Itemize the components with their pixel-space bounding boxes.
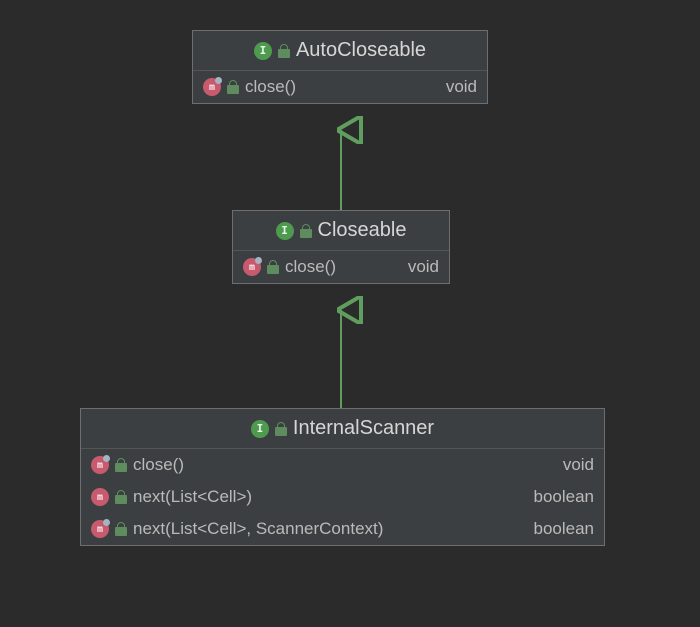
member-name: close(): [133, 455, 184, 475]
lock-icon: [275, 422, 287, 436]
member-list: m close() void: [193, 71, 487, 103]
interface-icon: I: [276, 222, 294, 240]
lock-icon: [115, 490, 127, 504]
method-icon: m: [91, 488, 109, 506]
class-node-internalscanner[interactable]: I InternalScanner m close() void m next(List<C…: [80, 408, 605, 546]
method-icon: m: [243, 258, 261, 276]
class-node-header: I Closeable: [233, 211, 449, 251]
lock-icon: [278, 44, 290, 58]
member-row[interactable]: m next(List<Cell>, ScannerContext) boolean: [81, 513, 604, 545]
member-row[interactable]: m close() void: [193, 71, 487, 103]
member-return-type: boolean: [533, 487, 594, 507]
member-list: m close() void: [233, 251, 449, 283]
class-node-autocloseable[interactable]: I AutoCloseable m close() void: [192, 30, 488, 104]
member-name: next(List<Cell>): [133, 487, 252, 507]
class-node-header: I AutoCloseable: [193, 31, 487, 71]
member-return-type: void: [563, 455, 594, 475]
member-name: close(): [285, 257, 336, 277]
lock-icon: [115, 458, 127, 472]
member-row[interactable]: m close() void: [233, 251, 449, 283]
method-icon: m: [91, 456, 109, 474]
member-name: next(List<Cell>, ScannerContext): [133, 519, 383, 539]
method-icon: m: [91, 520, 109, 538]
interface-icon: I: [254, 42, 272, 60]
class-node-closeable[interactable]: I Closeable m close() void: [232, 210, 450, 284]
member-row[interactable]: m close() void: [81, 449, 604, 481]
lock-icon: [267, 260, 279, 274]
member-name: close(): [245, 77, 296, 97]
class-name: AutoCloseable: [296, 39, 426, 62]
method-icon: m: [203, 78, 221, 96]
member-return-type: void: [446, 77, 477, 97]
lock-icon: [115, 522, 127, 536]
lock-icon: [300, 224, 312, 238]
member-return-type: boolean: [533, 519, 594, 539]
class-name: InternalScanner: [293, 417, 434, 440]
member-return-type: void: [408, 257, 439, 277]
interface-icon: I: [251, 420, 269, 438]
member-list: m close() void m next(List<Cell>) boolean m nex…: [81, 449, 604, 545]
class-name: Closeable: [318, 219, 407, 242]
lock-icon: [227, 80, 239, 94]
class-node-header: I InternalScanner: [81, 409, 604, 449]
member-row[interactable]: m next(List<Cell>) boolean: [81, 481, 604, 513]
